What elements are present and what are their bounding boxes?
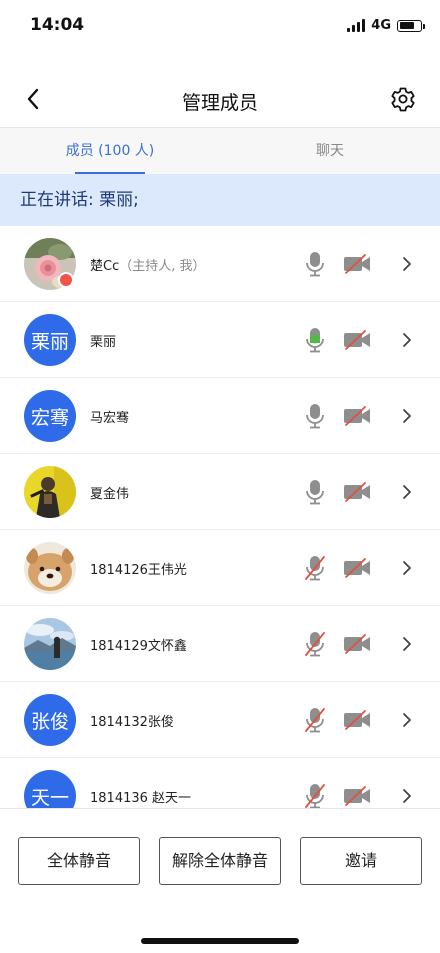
member-row[interactable]: 1814126王伟光 (0, 530, 440, 606)
speaking-banner: 正在讲话: 栗丽; (0, 174, 440, 226)
chevron-right-icon[interactable] (400, 636, 414, 652)
chevron-right-icon[interactable] (400, 332, 414, 348)
member-name: 夏金伟 (90, 483, 129, 502)
invite-button[interactable]: 邀请 (300, 837, 422, 885)
status-time: 14:04 (30, 15, 85, 35)
bottom-action-bar: 全体静音 解除全体静音 邀请 (0, 808, 440, 953)
avatar (24, 618, 76, 670)
signal-icon (347, 19, 366, 32)
member-row[interactable]: 夏金伟 (0, 454, 440, 530)
avatar (24, 542, 76, 594)
chevron-right-icon[interactable] (400, 484, 414, 500)
camera-off-icon[interactable] (343, 253, 371, 275)
microphone-icon[interactable] (302, 402, 328, 430)
host-badge-icon (58, 272, 74, 288)
mic-muted-icon[interactable] (302, 782, 328, 808)
tab-members[interactable]: 成员 (100 人) (0, 128, 220, 174)
member-name: 楚Cc（主持人, 我） (90, 255, 206, 274)
member-row[interactable]: 天一 1814136 赵天一 (0, 758, 440, 808)
chevron-right-icon[interactable] (400, 256, 414, 272)
avatar: 张俊 (24, 694, 76, 746)
member-row[interactable]: 楚Cc（主持人, 我） (0, 226, 440, 302)
settings-button[interactable] (388, 84, 418, 114)
camera-off-icon[interactable] (343, 481, 371, 503)
member-name-text: 栗丽 (90, 335, 117, 350)
member-name-text: 夏金伟 (90, 487, 130, 502)
avatar: 栗丽 (24, 314, 76, 366)
camera-off-icon[interactable] (343, 633, 371, 655)
camera-off-icon[interactable] (343, 709, 371, 731)
member-name-text: 马宏骞 (90, 411, 130, 426)
avatar: 天一 (24, 770, 76, 808)
member-name: 栗丽 (90, 331, 116, 350)
network-type: 4G (371, 18, 391, 33)
chevron-right-icon[interactable] (400, 560, 414, 576)
home-indicator (141, 938, 299, 944)
battery-icon (397, 19, 425, 32)
tab-bar: 成员 (100 人) 聊天 (0, 128, 440, 174)
gear-icon (391, 87, 415, 112)
avatar (24, 466, 76, 518)
member-name-text: 1814129文怀鑫 (90, 639, 187, 654)
member-name-text: 1814136 赵天一 (90, 791, 192, 806)
member-name: 1814132张俊 (90, 711, 174, 730)
member-name: 马宏骞 (90, 407, 129, 426)
unmute-all-button[interactable]: 解除全体静音 (159, 837, 281, 885)
member-list[interactable]: 楚Cc（主持人, 我） 栗丽 栗丽 宏骞 马宏骞 夏金伟 1814126王伟光 1814129… (0, 226, 440, 808)
camera-off-icon[interactable] (343, 557, 371, 579)
mic-muted-icon[interactable] (302, 554, 328, 582)
status-indicators: 4G (347, 18, 425, 33)
status-bar: 14:04 4G (0, 0, 440, 54)
mute-all-button[interactable]: 全体静音 (18, 837, 140, 885)
tab-chat[interactable]: 聊天 (220, 128, 440, 174)
avatar: 宏骞 (24, 390, 76, 442)
member-row[interactable]: 宏骞 马宏骞 (0, 378, 440, 454)
camera-off-icon[interactable] (343, 329, 371, 351)
member-name: 1814129文怀鑫 (90, 635, 187, 654)
chevron-right-icon[interactable] (400, 408, 414, 424)
member-name: 1814136 赵天一 (90, 787, 191, 806)
member-row[interactable]: 栗丽 栗丽 (0, 302, 440, 378)
camera-off-icon[interactable] (343, 405, 371, 427)
member-row[interactable]: 张俊 1814132张俊 (0, 682, 440, 758)
microphone-icon[interactable] (302, 326, 328, 354)
member-role: （主持人, 我） (119, 259, 206, 274)
chevron-right-icon[interactable] (400, 788, 414, 804)
chevron-right-icon[interactable] (400, 712, 414, 728)
microphone-icon[interactable] (302, 478, 328, 506)
member-name-text: 楚Cc (90, 259, 120, 274)
nav-bar: 管理成员 (0, 70, 440, 128)
mic-muted-icon[interactable] (302, 630, 328, 658)
camera-off-icon[interactable] (343, 785, 371, 807)
page-title: 管理成员 (181, 92, 258, 114)
member-name: 1814126王伟光 (90, 559, 187, 578)
member-row[interactable]: 1814129文怀鑫 (0, 606, 440, 682)
mic-muted-icon[interactable] (302, 706, 328, 734)
member-name-text: 1814132张俊 (90, 715, 174, 730)
microphone-icon[interactable] (302, 250, 328, 278)
member-name-text: 1814126王伟光 (90, 563, 187, 578)
